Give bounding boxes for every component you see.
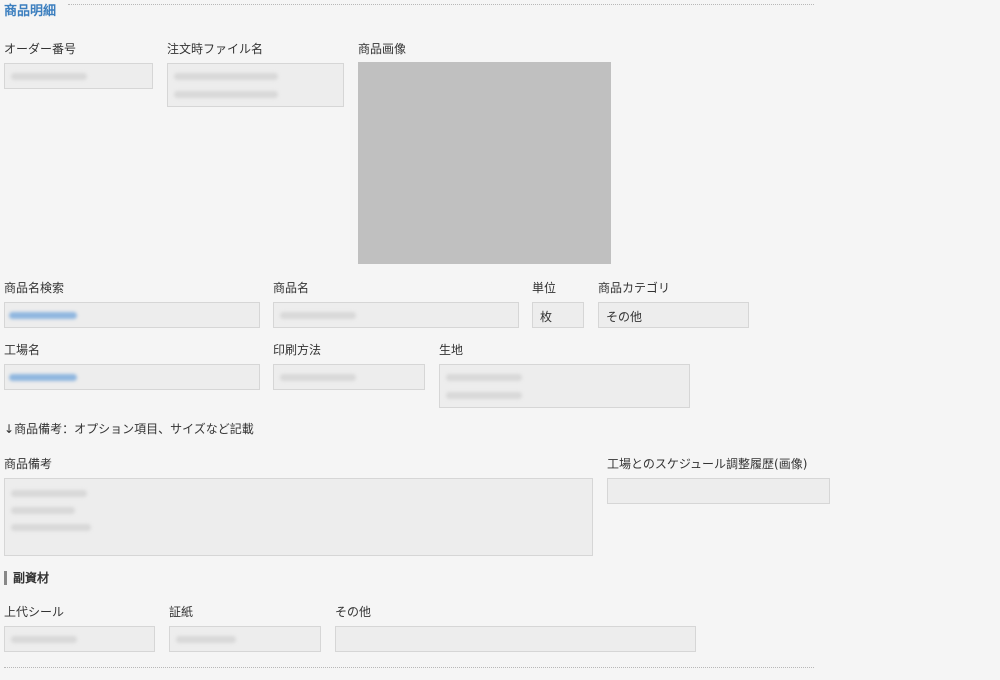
unit-value: 枚 [540, 310, 553, 324]
product-name-label: 商品名 [273, 281, 310, 295]
product-category-label: 商品カテゴリ [598, 281, 671, 295]
order-file-name-label: 注文時ファイル名 [167, 42, 264, 56]
redacted-value [174, 73, 278, 80]
redacted-link [9, 312, 77, 319]
factory-name-field[interactable] [4, 364, 260, 390]
unit-field[interactable]: 枚 [532, 302, 584, 328]
redacted-value [174, 91, 278, 98]
redacted-value [11, 507, 75, 514]
product-category-value: その他 [606, 310, 643, 324]
order-number-field[interactable] [4, 63, 153, 89]
redacted-value [11, 636, 77, 643]
redacted-value [446, 374, 522, 381]
schedule-history-label: 工場とのスケジュール調整履歴(画像) [607, 457, 808, 471]
down-arrow-icon: ↓ [4, 422, 15, 436]
product-name-field[interactable] [273, 302, 519, 328]
section-title: 商品明細 [4, 4, 57, 19]
redacted-value [176, 636, 236, 643]
product-image-label: 商品画像 [358, 42, 407, 56]
product-category-field[interactable]: その他 [598, 302, 749, 328]
product-note-hint: ↓商品備考：オプション項目、サイズなど記載 [4, 422, 254, 436]
fabric-field[interactable] [439, 364, 690, 408]
product-search-label: 商品名検索 [4, 281, 65, 295]
fabric-label: 生地 [439, 343, 464, 357]
order-number-label: オーダー番号 [4, 42, 77, 56]
order-file-name-field[interactable] [167, 63, 344, 107]
redacted-link [9, 374, 77, 381]
factory-name-label: 工場名 [4, 343, 41, 357]
product-note-field[interactable] [4, 478, 593, 556]
tag-seal-label: 上代シール [4, 605, 65, 619]
redacted-value [280, 374, 356, 381]
product-image[interactable] [358, 62, 611, 264]
print-method-field[interactable] [273, 364, 425, 390]
product-note-hint-text: 商品備考：オプション項目、サイズなど記載 [14, 422, 254, 436]
bottom-divider [4, 667, 814, 668]
other-field[interactable] [335, 626, 696, 652]
certificate-field[interactable] [169, 626, 321, 652]
tag-seal-field[interactable] [4, 626, 155, 652]
redacted-value [280, 312, 356, 319]
redacted-value [11, 73, 87, 80]
other-label: その他 [335, 605, 372, 619]
product-note-label: 商品備考 [4, 457, 53, 471]
redacted-value [11, 490, 87, 497]
section-divider [68, 4, 814, 5]
redacted-value [11, 524, 91, 531]
product-search-field[interactable] [4, 302, 260, 328]
redacted-value [446, 392, 522, 399]
unit-label: 単位 [532, 281, 557, 295]
sub-materials-title: 副資材 [4, 571, 49, 585]
print-method-label: 印刷方法 [273, 343, 322, 357]
certificate-label: 証紙 [169, 605, 194, 619]
schedule-history-field[interactable] [607, 478, 830, 504]
